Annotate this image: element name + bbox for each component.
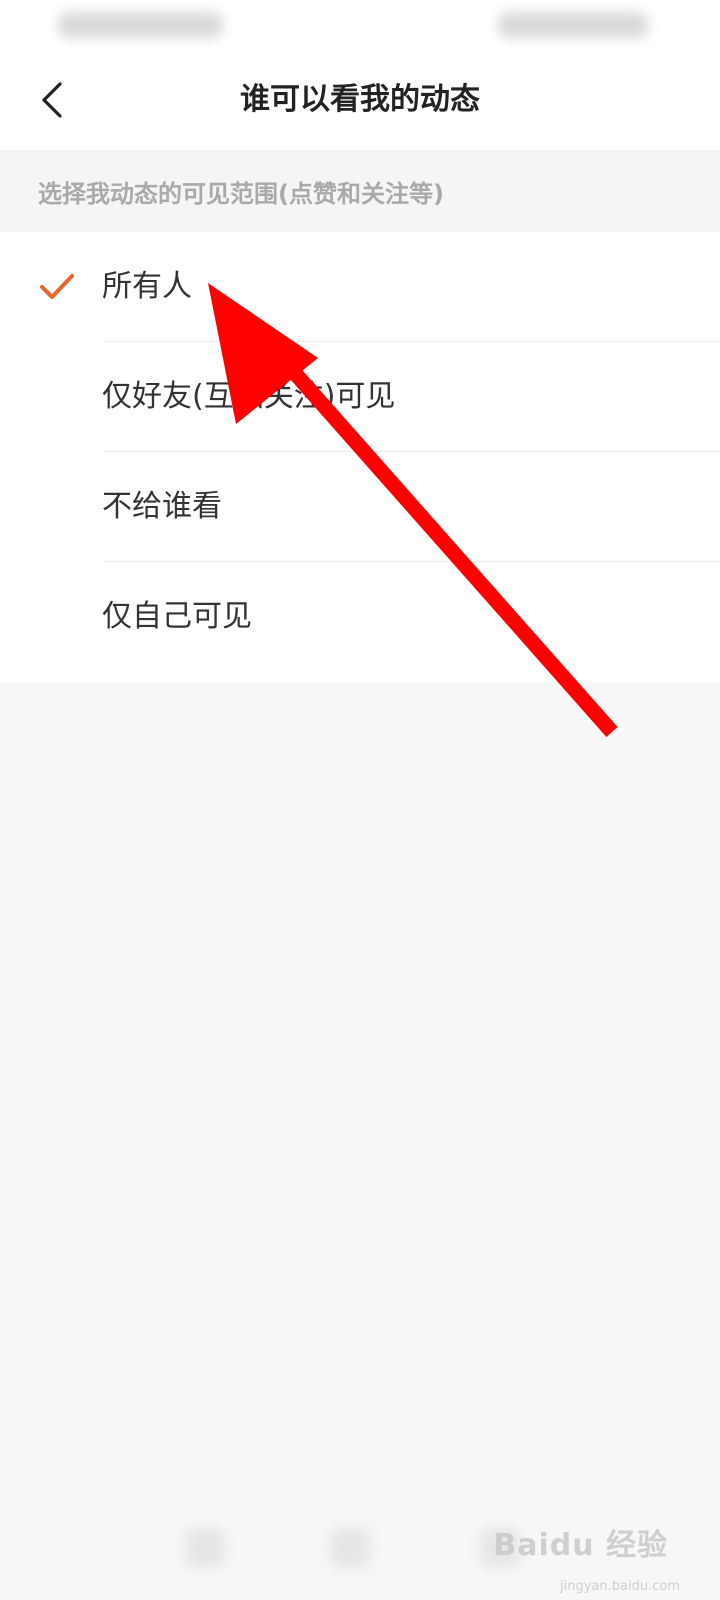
section-caption: 选择我动态的可见范围(点赞和关注等) [0, 150, 720, 232]
baidu-watermark-logo: Baidu 经验 [493, 1528, 668, 1563]
back-button[interactable] [28, 76, 76, 124]
option-label: 仅自己可见 [102, 599, 252, 634]
status-icons-blurred [498, 12, 648, 38]
chevron-left-icon [42, 82, 62, 118]
option-label: 不给谁看 [102, 489, 222, 524]
option-label: 仅好友(互相关注)可见 [102, 379, 396, 414]
option-friends-only[interactable]: 仅好友(互相关注)可见 [0, 342, 720, 452]
visibility-option-list: 所有人 仅好友(互相关注)可见 不给谁看 仅自己可见 [0, 232, 720, 682]
status-time-blurred [58, 12, 223, 38]
status-bar [0, 0, 720, 50]
checkmark-icon [40, 274, 74, 299]
section-caption-text: 选择我动态的可见范围(点赞和关注等) [38, 180, 444, 208]
option-hide-from[interactable]: 不给谁看 [0, 452, 720, 562]
bottom-nav-blurred: Baidu 经验 jingyan.baidu.com [0, 1500, 720, 1600]
option-only-me[interactable]: 仅自己可见 [0, 562, 720, 672]
option-label: 所有人 [102, 269, 192, 304]
option-everyone[interactable]: 所有人 [0, 232, 720, 342]
nav-icon-blurred [330, 1528, 370, 1568]
top-bar: 谁可以看我的动态 [0, 50, 720, 151]
page-title: 谁可以看我的动态 [240, 82, 480, 117]
nav-icon-blurred [185, 1528, 225, 1568]
visibility-settings-screen: 谁可以看我的动态 选择我动态的可见范围(点赞和关注等) 所有人 仅好友(互相关注… [0, 0, 720, 1600]
baidu-watermark-url: jingyan.baidu.com [560, 1579, 680, 1594]
